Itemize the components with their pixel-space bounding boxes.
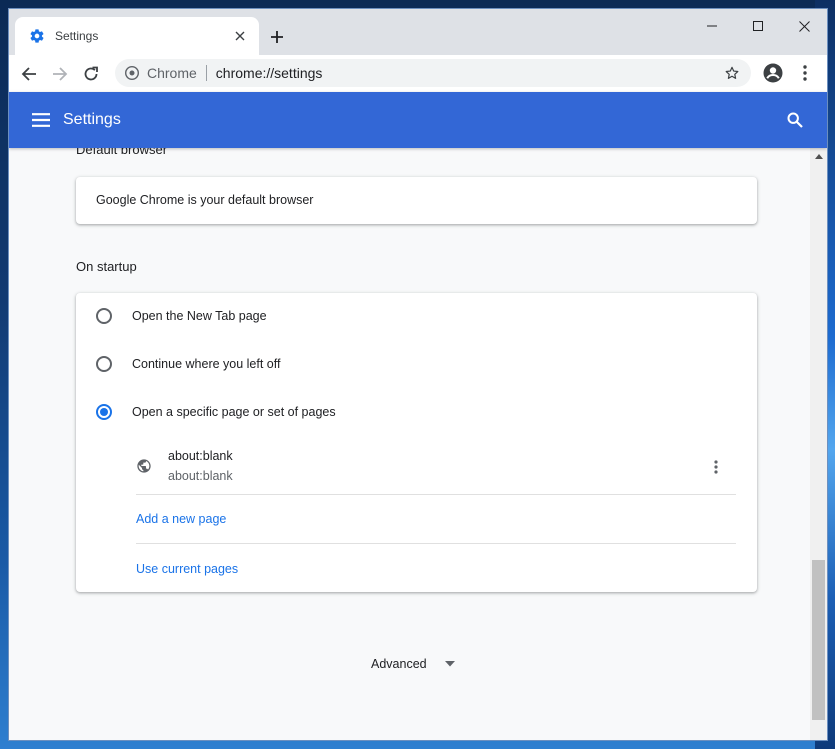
default-browser-card: Google Chrome is your default browser: [76, 177, 757, 224]
arrow-left-icon[interactable]: [17, 62, 41, 86]
tab-settings[interactable]: Settings: [15, 17, 259, 55]
account-icon[interactable]: [761, 61, 785, 85]
add-new-page-link[interactable]: Add a new page: [136, 512, 226, 526]
startup-page-url: about:blank: [168, 469, 233, 483]
more-vert-icon[interactable]: [708, 457, 724, 477]
reload-icon[interactable]: [79, 62, 103, 86]
startup-option-specific-pages[interactable]: Open a specific page or set of pages: [96, 404, 336, 420]
default-browser-status: Google Chrome is your default browser: [96, 193, 314, 207]
radio-button[interactable]: [96, 308, 112, 324]
search-icon[interactable]: [783, 108, 807, 132]
advanced-toggle[interactable]: Advanced: [371, 657, 455, 671]
menu-icon[interactable]: [29, 108, 53, 132]
settings-content: Default browser Google Chrome is your de…: [9, 148, 809, 740]
on-startup-card: Open the New Tab page Continue where you…: [76, 293, 757, 592]
close-icon[interactable]: [231, 27, 249, 45]
radio-button-checked[interactable]: [96, 404, 112, 420]
omnibox-divider: [205, 65, 207, 81]
section-label-on-startup: On startup: [76, 259, 137, 274]
scrollbar[interactable]: [810, 148, 827, 740]
minimize-icon[interactable]: [689, 9, 735, 43]
omnibox-url[interactable]: chrome://settings: [216, 65, 721, 81]
more-vert-icon[interactable]: [795, 61, 815, 85]
globe-icon: [136, 458, 152, 474]
startup-option-label: Open a specific page or set of pages: [132, 405, 336, 419]
use-current-row: Use current pages: [136, 544, 736, 593]
chrome-logo-icon: [125, 66, 139, 80]
star-icon[interactable]: [721, 62, 743, 84]
tab-title: Settings: [55, 29, 99, 43]
tab-strip: Settings: [9, 9, 827, 55]
plus-icon[interactable]: [267, 27, 287, 47]
scroll-up-arrow-icon[interactable]: [810, 148, 827, 165]
startup-option-label: Open the New Tab page: [132, 309, 267, 323]
section-label-default-browser: Default browser: [76, 148, 168, 157]
caret-down-icon: [444, 661, 455, 667]
browser-window: Settings Chrome chrome://settings Settin…: [8, 8, 828, 741]
browser-toolbar: Chrome chrome://settings: [9, 55, 827, 92]
scrollbar-thumb[interactable]: [812, 560, 825, 720]
radio-button[interactable]: [96, 356, 112, 372]
close-window-icon[interactable]: [781, 9, 827, 43]
gear-icon: [29, 28, 45, 44]
startup-option-continue[interactable]: Continue where you left off: [96, 356, 280, 372]
add-page-row: Add a new page: [136, 495, 736, 544]
maximize-icon[interactable]: [735, 9, 781, 43]
advanced-label: Advanced: [371, 657, 427, 671]
scroll-down-arrow[interactable]: [810, 725, 827, 740]
startup-option-new-tab[interactable]: Open the New Tab page: [96, 308, 267, 324]
omnibox-chip: Chrome: [147, 65, 197, 81]
startup-page-title: about:blank: [168, 449, 233, 463]
settings-header: Settings: [9, 92, 827, 148]
use-current-pages-link[interactable]: Use current pages: [136, 562, 238, 576]
window-controls: [689, 9, 827, 43]
address-bar[interactable]: Chrome chrome://settings: [115, 59, 751, 87]
arrow-right-icon[interactable]: [48, 62, 72, 86]
startup-option-label: Continue where you left off: [132, 357, 281, 371]
page-title: Settings: [63, 111, 121, 128]
startup-page-entry: about:blank about:blank: [136, 443, 736, 495]
